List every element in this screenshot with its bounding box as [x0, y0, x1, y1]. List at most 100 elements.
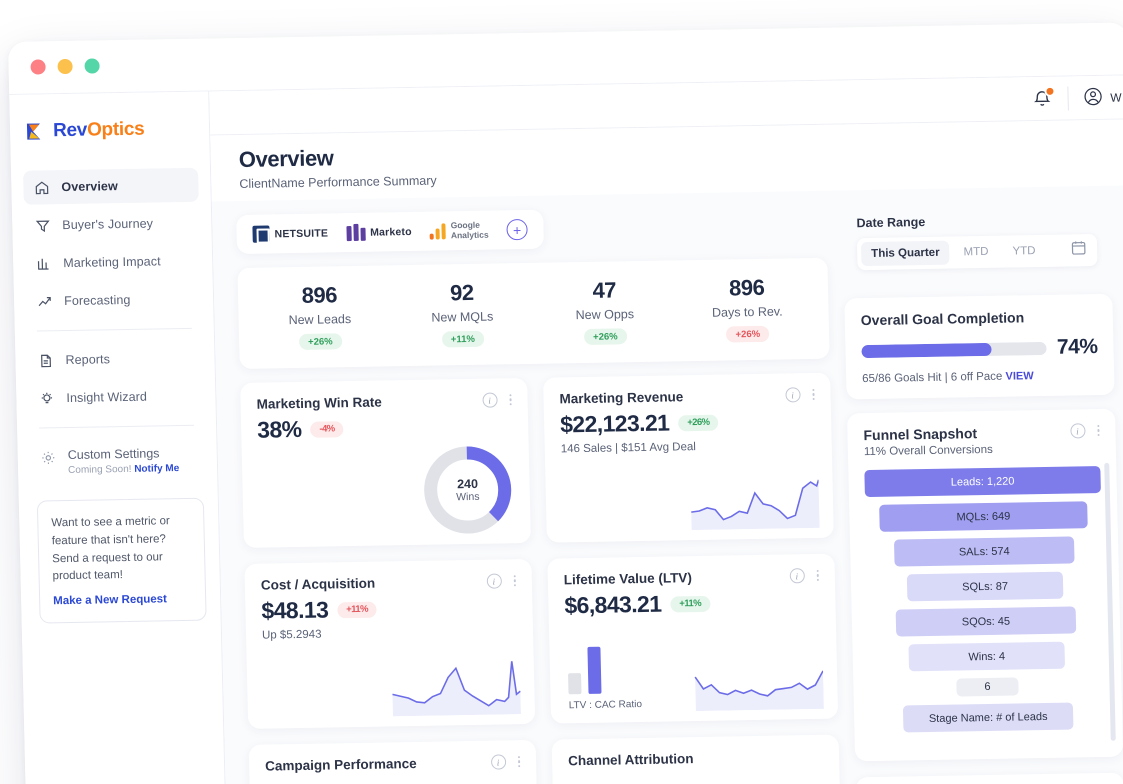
funnel-stage-template[interactable]: Stage Name: # of Leads: [902, 702, 1074, 733]
ltv-sparkline-chart: [693, 653, 824, 712]
funnel-stage-wins[interactable]: Wins: 4: [908, 641, 1065, 672]
kebab-menu-icon[interactable]: [811, 388, 815, 401]
kpi-value: 92: [449, 279, 474, 306]
integration-google-analytics[interactable]: Google Analytics: [429, 220, 489, 241]
kebab-menu-icon[interactable]: [1096, 424, 1100, 437]
sidebar-item-reports[interactable]: Reports: [27, 341, 203, 378]
card-campaign-performance: Campaign Performance i: [248, 739, 538, 784]
funnel-scrollbar[interactable]: [1104, 462, 1116, 741]
date-range-label: Date Range: [856, 215, 926, 231]
date-range-tab-this-quarter[interactable]: This Quarter: [860, 240, 950, 267]
kpi-new-opps: 47 New Opps +26%: [533, 276, 677, 345]
goal-completion-panel: Overall Goal Completion 74% 65/86 Goals …: [844, 293, 1115, 400]
window-controls[interactable]: [30, 58, 100, 75]
info-icon[interactable]: i: [486, 573, 502, 589]
card-title: Channel Attribution: [567, 751, 694, 769]
goal-view-link[interactable]: VIEW: [1005, 370, 1033, 382]
kpi-days-to-rev: 896 Days to Rev. +26%: [675, 274, 819, 343]
brand-logo[interactable]: RevOptics: [9, 102, 209, 149]
custom-settings-label: Custom Settings: [67, 446, 160, 463]
kebab-menu-icon[interactable]: [508, 394, 512, 406]
kpi-value: 896: [728, 274, 765, 301]
info-icon[interactable]: i: [784, 387, 801, 403]
funnel-stage-mqls[interactable]: MQLs: 649: [879, 501, 1088, 532]
add-integration-button[interactable]: +: [506, 218, 528, 241]
sidebar-item-insight-wizard[interactable]: Insight Wizard: [28, 379, 204, 416]
brand-name-part2: Optics: [86, 118, 145, 141]
bar-chart-icon: [35, 255, 51, 271]
info-icon[interactable]: i: [1069, 423, 1086, 439]
win-rate-donut-chart: 240 Wins: [419, 441, 517, 539]
kebab-menu-icon[interactable]: [816, 569, 819, 582]
sidebar-item-buyers-journey[interactable]: Buyer's Journey: [24, 206, 200, 243]
kpi-value: 896: [301, 282, 338, 308]
trend-up-icon: [36, 293, 52, 309]
card-channel-attribution: Channel Attribution: [551, 734, 841, 784]
date-range-panel: Date Range This Quarter MTD YTD: [842, 200, 1112, 285]
google-analytics-logo-icon: [429, 222, 446, 240]
date-range-tab-mtd[interactable]: MTD: [953, 240, 998, 265]
info-icon[interactable]: i: [481, 392, 498, 408]
date-range-tabs: This Quarter MTD YTD: [856, 234, 1098, 271]
brand-name-part1: Rev: [52, 119, 88, 142]
card-delta-badge: -4%: [310, 420, 344, 438]
browser-window: RevOptics Overview Buyer's Journey Marke…: [8, 22, 1123, 784]
integration-label: NETSUITE: [274, 226, 329, 240]
sidebar-item-custom-settings[interactable]: Custom Settings Coming Soon! Notify Me: [17, 437, 217, 476]
date-range-tab-ytd[interactable]: YTD: [1002, 239, 1046, 264]
funnel-subtitle: 11% Overall Conversions: [863, 443, 993, 459]
goal-meta: 65/86 Goals Hit | 6 off Pace VIEW: [862, 369, 1098, 385]
kebab-menu-icon[interactable]: [517, 755, 521, 768]
brand-name: RevOptics: [53, 119, 145, 143]
card-title: Campaign Performance: [264, 755, 417, 774]
funnel-stage-extra[interactable]: 6: [956, 677, 1019, 697]
funnel-stage-sals[interactable]: SALs: 574: [894, 536, 1075, 567]
card-subtext: 146 Sales | $151 Avg Deal: [560, 441, 697, 456]
funnel-icon: [34, 217, 50, 233]
funnel-stage-sqls[interactable]: SQLs: 87: [906, 571, 1064, 602]
card-title: Lifetime Value (LTV): [563, 570, 693, 588]
marketo-logo-icon: [345, 223, 366, 242]
revenue-sparkline-chart: [688, 472, 820, 531]
dashboard-main-column: NETSUITE Marketo Google Analytics + 896 …: [236, 205, 842, 784]
kpi-label: New Leads: [288, 312, 352, 328]
cpa-sparkline-chart: [390, 658, 521, 717]
document-icon: [37, 352, 53, 368]
kebab-menu-icon[interactable]: [513, 574, 516, 587]
notifications-button[interactable]: [1031, 85, 1056, 109]
kpi-delta-badge: +26%: [583, 328, 627, 345]
funnel-stage-leads[interactable]: Leads: 1,220: [864, 465, 1101, 498]
integration-marketo[interactable]: Marketo: [345, 223, 412, 242]
info-icon[interactable]: i: [490, 754, 506, 770]
integration-netsuite[interactable]: NETSUITE: [252, 224, 329, 243]
integration-label: Marketo: [369, 225, 412, 239]
minimize-button[interactable]: [57, 58, 73, 75]
integration-label: Google Analytics: [451, 220, 489, 240]
info-icon[interactable]: i: [789, 568, 805, 584]
sidebar-divider-1: [36, 327, 192, 332]
card-subtext: Up $5.2943: [261, 628, 322, 642]
home-icon: [33, 179, 49, 195]
sidebar-item-label: Marketing Impact: [63, 254, 161, 271]
sidebar-item-label: Overview: [61, 179, 118, 195]
kpi-new-leads: 896 New Leads +26%: [248, 281, 392, 350]
lightbulb-icon: [38, 390, 54, 406]
notify-me-link[interactable]: Notify Me: [134, 463, 179, 475]
funnel-stage-sqos[interactable]: SQOs: 45: [895, 606, 1076, 637]
ltv-cac-bar-chart: LTV : CAC Ratio: [567, 645, 642, 711]
dashboard-side-column: Date Range This Quarter MTD YTD Overall …: [842, 200, 1123, 784]
card-delta-badge: +26%: [678, 414, 719, 431]
sidebar-item-marketing-impact[interactable]: Marketing Impact: [25, 244, 201, 281]
sidebar-item-forecasting[interactable]: Forecasting: [26, 282, 202, 319]
maximize-button[interactable]: [84, 58, 100, 74]
user-account[interactable]: W: [1082, 85, 1122, 110]
sidebar-item-overview[interactable]: Overview: [23, 167, 199, 205]
promo-text: Want to see a metric or feature that isn…: [51, 515, 170, 583]
sidebar-item-label: Reports: [65, 352, 111, 368]
bottom-card-row: Campaign Performance i Channel Attributi…: [248, 734, 841, 784]
card-side-bottom: i: [855, 772, 1123, 784]
make-new-request-link[interactable]: Make a New Request: [53, 594, 167, 608]
close-button[interactable]: [30, 59, 46, 75]
card-delta-badge: +11%: [670, 595, 711, 613]
calendar-icon[interactable]: [1070, 239, 1088, 261]
